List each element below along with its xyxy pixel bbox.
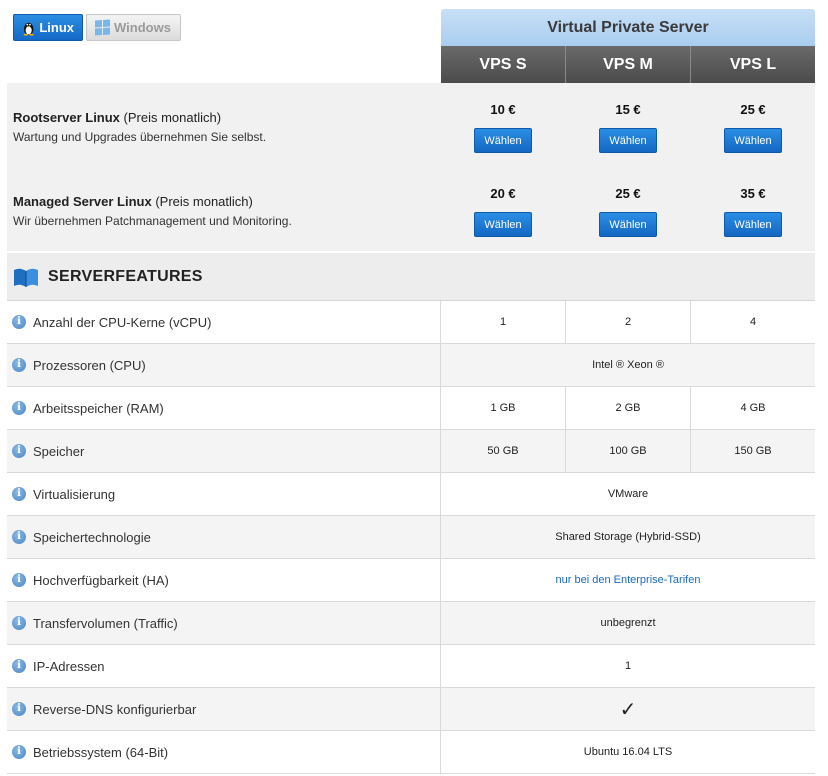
choose-button[interactable]: Wählen [599, 212, 657, 237]
info-icon[interactable]: i [12, 745, 26, 759]
features-title: SERVERFEATURES [48, 267, 203, 285]
choose-button[interactable]: Wählen [724, 212, 782, 237]
feature-value: 2 GB [566, 387, 691, 429]
price-amount: 15 € [615, 102, 641, 117]
feature-name: Prozessoren (CPU) [33, 357, 146, 373]
tux-icon [23, 22, 34, 36]
price-amount: 25 € [740, 102, 766, 117]
enterprise-link[interactable]: nur bei den Enterprise-Tarifen [441, 559, 815, 601]
feature-value: unbegrenzt [600, 617, 656, 629]
feature-value: 4 GB [740, 402, 766, 414]
info-icon[interactable]: i [12, 315, 26, 329]
plan-header: Virtual Private Server VPS S VPS M VPS L [441, 9, 815, 83]
price-amount: 25 € [615, 186, 641, 201]
price-cell-vps-l: 25 € Wählen [691, 102, 815, 153]
plan-name-vps-m: VPS M [566, 46, 691, 83]
windows-icon [95, 19, 110, 36]
tab-linux[interactable]: Linux [13, 14, 83, 41]
feature-value: 150 GB [734, 445, 772, 457]
price-cell-vps-l: 35 € Wählen [691, 186, 815, 237]
info-icon[interactable]: i [12, 616, 26, 630]
feature-row-traffic: i Transfervolumen (Traffic) unbegrenzt [7, 602, 815, 645]
feature-value: 4 [749, 316, 757, 328]
choose-button[interactable]: Wählen [724, 128, 782, 153]
feature-name: Virtualisierung [33, 486, 116, 502]
info-icon[interactable]: i [12, 530, 26, 544]
features-header: SERVERFEATURES [7, 253, 815, 301]
choose-button[interactable]: Wählen [474, 212, 532, 237]
checkmark-icon: ✓ [619, 698, 637, 721]
feature-name: Transfervolumen (Traffic) [33, 615, 178, 631]
plan-name-vps-s: VPS S [441, 46, 566, 83]
feature-row-virtualization: i Virtualisierung VMware [7, 473, 815, 516]
pricing-row-rootserver: Rootserver Linux (Preis monatlich) Wartu… [7, 83, 815, 167]
tab-windows[interactable]: Windows [86, 14, 181, 41]
pricing-row-subtitle: Wartung und Upgrades übernehmen Sie selb… [13, 130, 267, 144]
info-icon[interactable]: i [12, 358, 26, 372]
feature-row-ip: i IP-Adressen 1 [7, 645, 815, 688]
pricing-row-managed: Managed Server Linux (Preis monatlich) W… [7, 167, 815, 251]
feature-row-ram: i Arbeitsspeicher (RAM) 1 GB 2 GB 4 GB [7, 387, 815, 430]
feature-row-ha: i Hochverfügbarkeit (HA) nur bei den Ente… [7, 559, 815, 602]
feature-name: Speicher [33, 443, 85, 459]
features-table: i Anzahl der CPU-Kerne (vCPU) 1 2 4 i Proz… [7, 301, 815, 774]
feature-value: Ubuntu 16.04 LTS [583, 746, 673, 758]
feature-name: IP-Adressen [33, 658, 105, 674]
info-icon[interactable]: i [12, 573, 26, 587]
info-icon[interactable]: i [12, 487, 26, 501]
feature-value: 50 GB [441, 430, 566, 472]
feature-row-storage-tech: i Speichertechnologie Shared Storage (Hyb… [7, 516, 815, 559]
feature-value: 1 GB [441, 387, 566, 429]
feature-name: Speichertechnologie [33, 529, 151, 545]
feature-name: Arbeitsspeicher (RAM) [33, 400, 164, 416]
feature-row-cpu-cores: i Anzahl der CPU-Kerne (vCPU) 1 2 4 [7, 301, 815, 344]
feature-value: Shared Storage (Hybrid-SSD) [555, 531, 701, 543]
feature-value: VMware [607, 488, 649, 500]
pricing-row-title: Rootserver Linux (Preis monatlich) [13, 110, 222, 125]
price-cell-vps-s: 20 € Wählen [441, 186, 565, 237]
feature-name: Betriebssystem (64-Bit) [33, 744, 169, 760]
info-icon[interactable]: i [12, 444, 26, 458]
feature-row-cpu: i Prozessoren (CPU) Intel ® Xeon ® [7, 344, 815, 387]
feature-name: Anzahl der CPU-Kerne (vCPU) [33, 314, 212, 330]
price-cell-vps-m: 25 € Wählen [566, 186, 690, 237]
feature-row-os: i Betriebssystem (64-Bit) Ubuntu 16.04 LT… [7, 731, 815, 774]
feature-value: 1 [441, 301, 566, 343]
os-tabs: Linux Windows [13, 14, 181, 41]
pricing-row-title: Managed Server Linux (Preis monatlich) [13, 194, 253, 209]
pricing-row-subtitle: Wir übernehmen Patchmanagement und Monit… [13, 214, 292, 228]
feature-row-rdns: i Reverse-DNS konfigurierbar ✓ [7, 688, 815, 731]
info-icon[interactable]: i [12, 401, 26, 415]
tab-windows-label: Windows [114, 20, 171, 35]
tab-linux-label: Linux [39, 20, 74, 35]
feature-value: 2 [566, 301, 691, 343]
price-amount: 20 € [490, 186, 516, 201]
plan-name-vps-l: VPS L [691, 46, 815, 83]
price-cell-vps-s: 10 € Wählen [441, 102, 565, 153]
book-icon [14, 268, 38, 287]
pricing-panel: Rootserver Linux (Preis monatlich) Wartu… [7, 83, 815, 251]
plan-header-title: Virtual Private Server [441, 9, 815, 46]
feature-name: Hochverfügbarkeit (HA) [33, 572, 169, 588]
feature-name: Reverse-DNS konfigurierbar [33, 701, 197, 717]
info-icon[interactable]: i [12, 659, 26, 673]
info-icon[interactable]: i [12, 702, 26, 716]
choose-button[interactable]: Wählen [599, 128, 657, 153]
choose-button[interactable]: Wählen [474, 128, 532, 153]
price-amount: 35 € [740, 186, 766, 201]
price-cell-vps-m: 15 € Wählen [566, 102, 690, 153]
feature-row-storage: i Speicher 50 GB 100 GB 150 GB [7, 430, 815, 473]
feature-value: 1 [624, 660, 632, 672]
feature-value: 100 GB [566, 430, 691, 472]
price-amount: 10 € [490, 102, 516, 117]
feature-value: Intel ® Xeon ® [592, 359, 664, 371]
